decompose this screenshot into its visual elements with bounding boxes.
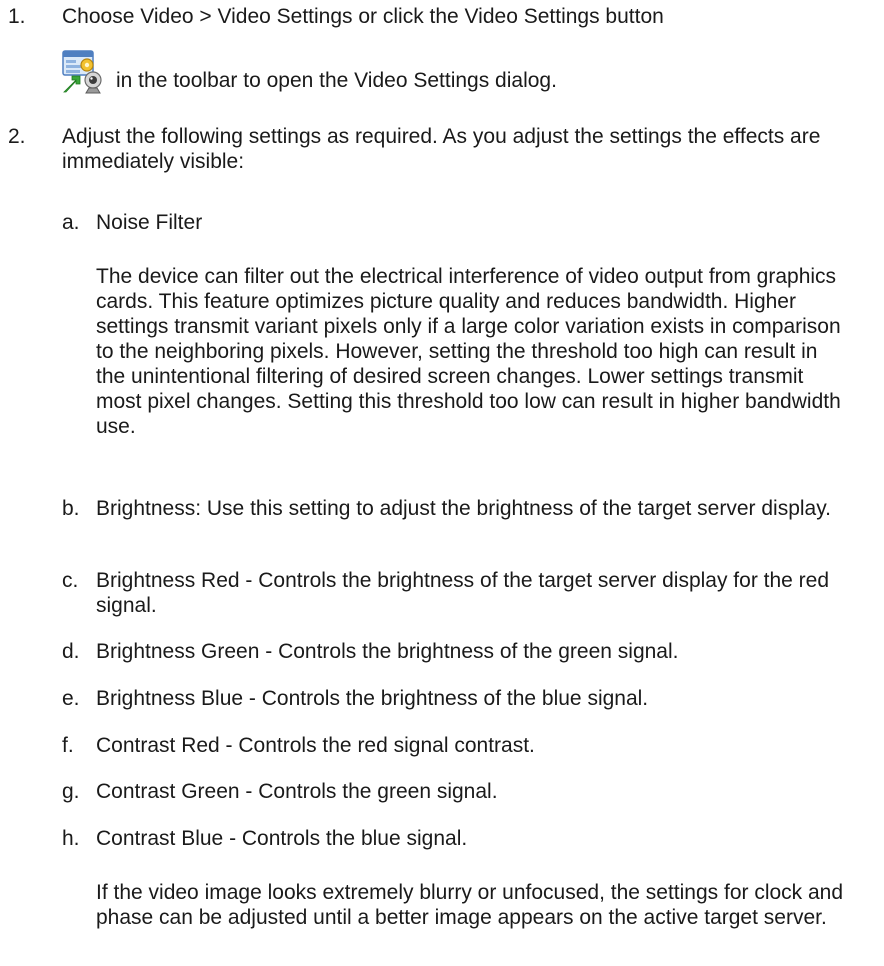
substep-letter: b. [62,497,80,520]
substep-letter: f. [62,734,74,757]
step-number: 1. [8,5,26,28]
noise-filter-description: The device can filter out the electrical… [96,265,841,438]
step-text-continued: in the toolbar to open the Video Setting… [116,69,557,92]
substep-text: Contrast Green - Controls the green sign… [96,780,498,803]
substep-text: Contrast Red - Controls the red signal c… [96,734,535,757]
substep-text: Contrast Blue - Controls the blue signal… [96,827,468,850]
substep-text: Brightness Red - Controls the brightness… [96,569,830,617]
video-settings-icon [62,50,102,94]
substep-letter: g. [62,780,80,803]
substep-text: Brightness Blue - Controls the brightnes… [96,687,649,710]
substep-letter: a. [62,211,80,234]
step-text: Adjust the following settings as require… [62,125,821,173]
step-text: Choose Video > Video Settings or click t… [62,5,664,28]
substep-letter: c. [62,569,79,592]
substep-text: Brightness Green - Controls the brightne… [96,640,679,663]
step-number: 2. [8,125,26,148]
substep-letter: h. [62,827,80,850]
substep-letter: d. [62,640,80,663]
substep-title: Noise Filter [96,211,203,234]
closing-paragraph: If the video image looks extremely blurr… [96,881,844,929]
substep-letter: e. [62,687,80,710]
substep-text: Brightness: Use this setting to adjust t… [96,497,831,520]
step-1-icon-line: in the toolbar to open the Video Setting… [62,50,864,94]
